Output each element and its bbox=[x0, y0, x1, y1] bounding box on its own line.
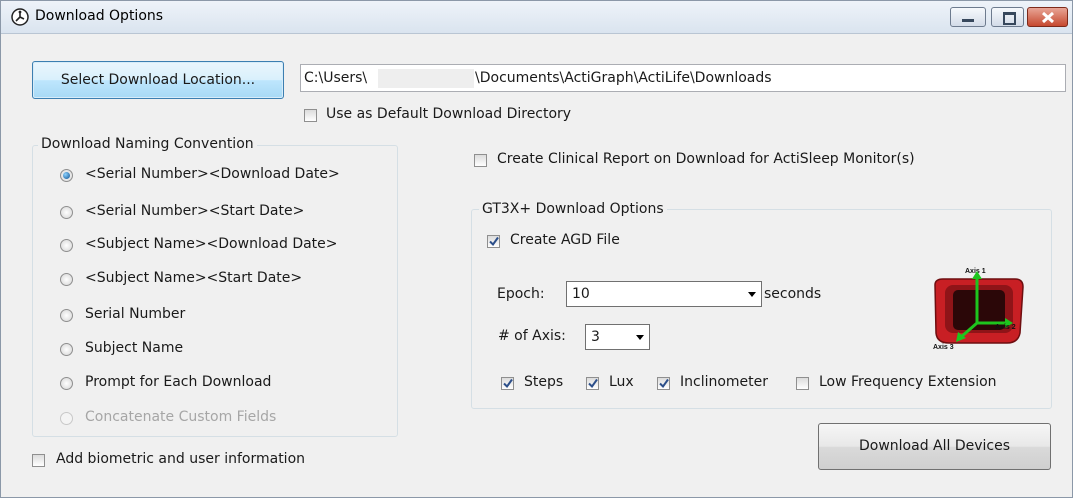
naming-radio-serial-download-date[interactable] bbox=[60, 169, 73, 182]
path-prefix: C:\Users\ bbox=[304, 70, 368, 86]
steps-label: Steps bbox=[524, 374, 564, 390]
biometric-info-checkbox[interactable] bbox=[32, 454, 45, 467]
path-suffix: \Documents\ActiGraph\ActiLife\Downloads bbox=[475, 70, 772, 86]
axis-label: # of Axis: bbox=[498, 328, 566, 344]
minimize-button[interactable] bbox=[950, 7, 986, 27]
low-frequency-extension-label: Low Frequency Extension bbox=[819, 374, 997, 390]
redacted-username bbox=[378, 69, 474, 88]
naming-convention-group bbox=[32, 145, 398, 437]
close-icon bbox=[1041, 11, 1055, 24]
naming-option-label: <Serial Number><Start Date> bbox=[85, 203, 305, 219]
naming-option-label: <Subject Name><Start Date> bbox=[85, 270, 303, 286]
naming-option-label: <Serial Number><Download Date> bbox=[85, 166, 340, 182]
naming-radio-subject-start-date[interactable] bbox=[60, 273, 73, 286]
maximize-button[interactable] bbox=[991, 7, 1024, 27]
checkmark-icon bbox=[489, 236, 499, 247]
low-frequency-extension-checkbox[interactable] bbox=[796, 377, 809, 390]
naming-option-label: Subject Name bbox=[85, 340, 184, 356]
select-download-location-button[interactable]: Select Download Location... bbox=[32, 61, 284, 99]
inclinometer-checkbox[interactable] bbox=[657, 377, 670, 390]
axis2-label: Axis 2 bbox=[995, 324, 1016, 331]
lux-label: Lux bbox=[609, 374, 634, 390]
epoch-value: 10 bbox=[572, 286, 590, 302]
actigraph-app-icon bbox=[11, 8, 29, 26]
naming-radio-subject-download-date[interactable] bbox=[60, 239, 73, 252]
naming-option-label: Serial Number bbox=[85, 306, 186, 322]
lux-checkbox[interactable] bbox=[586, 377, 599, 390]
naming-option-label: Prompt for Each Download bbox=[85, 374, 272, 390]
chevron-down-icon bbox=[748, 292, 756, 297]
naming-radio-concatenate-custom-fields bbox=[60, 412, 73, 425]
clinical-report-label: Create Clinical Report on Download for A… bbox=[497, 151, 915, 167]
epoch-label: Epoch: bbox=[497, 286, 545, 302]
naming-option-label: <Subject Name><Download Date> bbox=[85, 236, 338, 252]
title-bar: Download Options bbox=[1, 1, 1072, 34]
naming-convention-legend: Download Naming Convention bbox=[38, 136, 257, 152]
epoch-unit-label: seconds bbox=[764, 286, 822, 302]
steps-checkbox[interactable] bbox=[501, 377, 514, 390]
use-default-directory-checkbox[interactable] bbox=[304, 109, 317, 122]
axis-count-value: 3 bbox=[591, 329, 600, 345]
download-options-window: Download Options Select Download Locatio… bbox=[0, 0, 1073, 498]
close-button[interactable] bbox=[1027, 7, 1068, 27]
create-agd-label: Create AGD File bbox=[510, 232, 620, 248]
naming-radio-subject-name[interactable] bbox=[60, 343, 73, 356]
device-axis-illustration: Axis 1 Axis 2 Axis 3 bbox=[933, 268, 1024, 351]
download-all-devices-button[interactable]: Download All Devices bbox=[818, 423, 1051, 470]
biometric-info-label: Add biometric and user information bbox=[56, 451, 306, 467]
naming-radio-serial-number[interactable] bbox=[60, 309, 73, 322]
epoch-select[interactable]: 10 bbox=[566, 281, 762, 307]
naming-radio-serial-start-date[interactable] bbox=[60, 206, 73, 219]
checkmark-icon bbox=[503, 378, 513, 389]
checkmark-icon bbox=[588, 378, 598, 389]
clinical-report-checkbox[interactable] bbox=[474, 154, 487, 167]
download-path-field[interactable]: C:\Users\ \Documents\ActiGraph\ActiLife\… bbox=[300, 64, 1066, 92]
axis3-label: Axis 3 bbox=[933, 344, 954, 351]
axis-count-select[interactable]: 3 bbox=[585, 324, 650, 350]
naming-radio-prompt[interactable] bbox=[60, 377, 73, 390]
use-default-directory-label: Use as Default Download Directory bbox=[326, 106, 572, 122]
create-agd-checkbox[interactable] bbox=[487, 235, 500, 248]
naming-option-label-disabled: Concatenate Custom Fields bbox=[85, 409, 277, 425]
checkmark-icon bbox=[659, 378, 669, 389]
chevron-down-icon bbox=[636, 335, 644, 340]
gt3x-options-legend: GT3X+ Download Options bbox=[479, 201, 667, 217]
window-title: Download Options bbox=[35, 8, 164, 24]
inclinometer-label: Inclinometer bbox=[680, 374, 769, 390]
